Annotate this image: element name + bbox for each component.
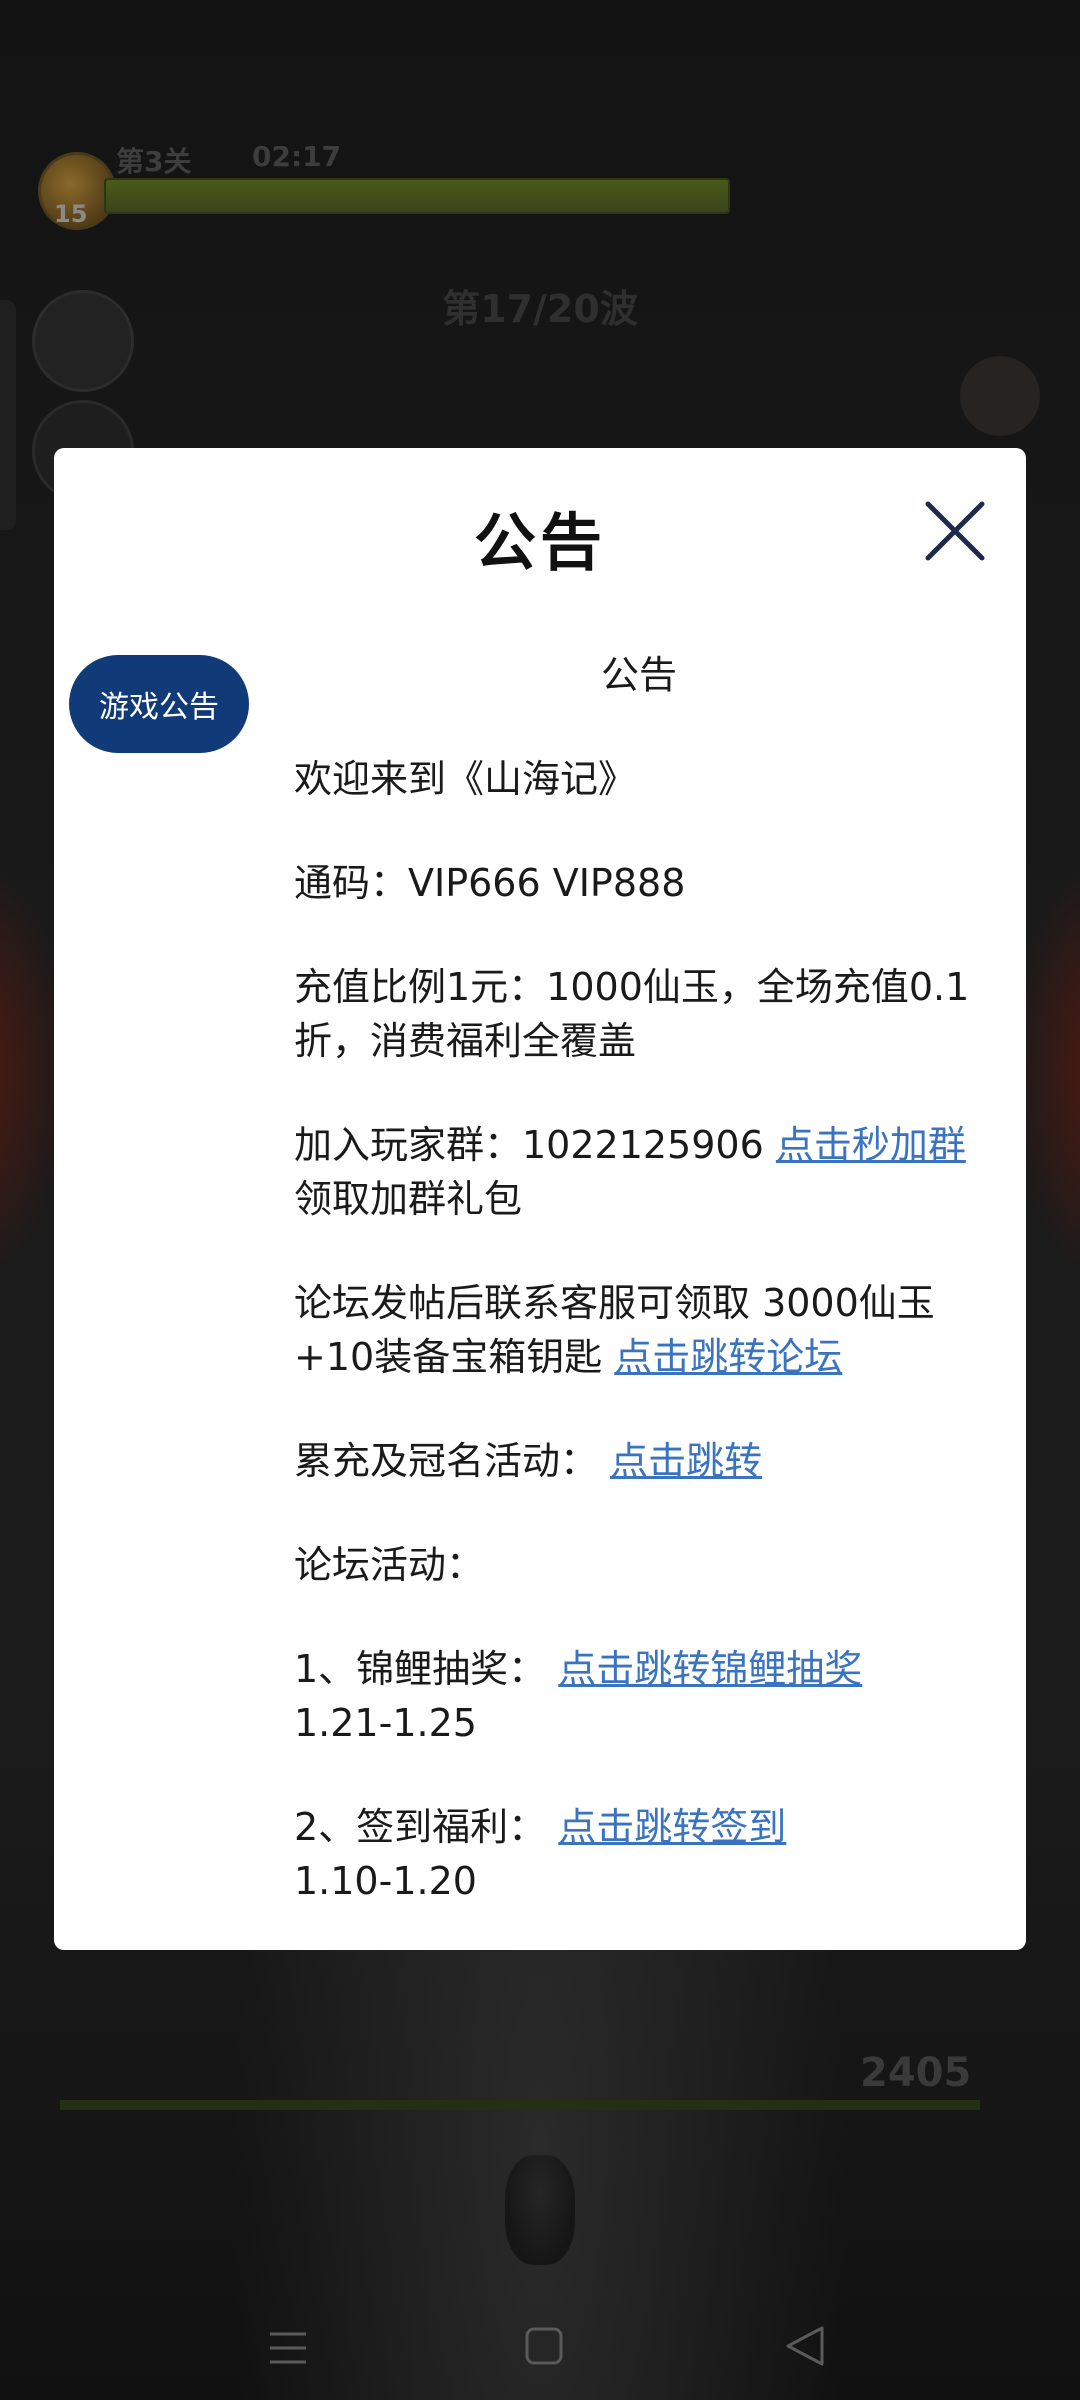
recharge-text: 充值比例1元：1000仙玉，全场充值0.1折，消费福利全覆盖 [294, 965, 970, 1063]
event-paragraph: 累充及冠名活动： 点击跳转 [294, 1434, 984, 1488]
signin-paragraph: 2、签到福利： 点击跳转签到 1.10-1.20 [294, 1800, 984, 1908]
forum-paragraph: 论坛发帖后联系客服可领取 3000仙玉+10装备宝箱钥匙 点击跳转论坛 [294, 1276, 984, 1384]
announcement-content: 公告 欢迎来到《山海记》 通码：VIP666 VIP888 充值比例1元：100… [294, 648, 1024, 1950]
right-side-button[interactable] [960, 356, 1040, 436]
screen: 15 第3关 02:17 第17/20波 2405 公告 游戏公告 公告 欢迎来… [0, 0, 1080, 2400]
content-title: 公告 [600, 653, 677, 697]
back-icon[interactable] [784, 2324, 826, 2368]
player-level: 15 [54, 200, 88, 228]
signin-link[interactable]: 点击跳转签到 [558, 1805, 786, 1849]
health-bar [104, 178, 730, 214]
group-gift-text: 领取加群礼包 [294, 1177, 523, 1221]
join-group-link[interactable]: 点击秒加群 [776, 1123, 966, 1167]
close-button[interactable] [924, 500, 986, 562]
codes-text: 通码：VIP666 VIP888 [294, 861, 686, 905]
forum-link[interactable]: 点击跳转论坛 [614, 1335, 842, 1379]
score-value: 2405 [860, 2050, 972, 2096]
lottery-link[interactable]: 点击跳转锦鲤抽奖 [558, 1647, 862, 1691]
lottery-paragraph: 1、锦鲤抽奖： 点击跳转锦鲤抽奖 1.21-1.25 [294, 1642, 984, 1750]
signin-text: 2、签到福利： [294, 1805, 559, 1849]
side-drawer-tab[interactable] [0, 300, 16, 530]
forum-events-title: 论坛活动： [294, 1543, 485, 1587]
stage-timer: 02:17 [252, 140, 342, 173]
menu-icon[interactable] [268, 2328, 308, 2368]
wave-counter: 第17/20波 [442, 287, 638, 331]
welcome-text: 欢迎来到《山海记》 [294, 757, 637, 801]
close-icon [925, 501, 985, 561]
lottery-dates: 1.21-1.25 [294, 1701, 477, 1745]
hero-character [505, 2155, 575, 2265]
ground-bar [60, 2100, 980, 2110]
lottery-text: 1、锦鲤抽奖： [294, 1647, 559, 1691]
signin-dates: 1.10-1.20 [294, 1859, 477, 1903]
side-button-1[interactable] [32, 290, 134, 392]
stage-label: 第3关 [116, 145, 192, 178]
event-text: 累充及冠名活动： [294, 1439, 611, 1483]
event-link[interactable]: 点击跳转 [610, 1439, 762, 1483]
home-icon[interactable] [524, 2326, 564, 2366]
dialog-title: 公告 [473, 506, 606, 579]
announcement-dialog: 公告 游戏公告 公告 欢迎来到《山海记》 通码：VIP666 VIP888 充值… [54, 448, 1026, 1950]
tab-game-announcement[interactable]: 游戏公告 [69, 655, 249, 753]
group-text: 加入玩家群：1022125906 [294, 1123, 776, 1167]
group-paragraph: 加入玩家群：1022125906 点击秒加群 领取加群礼包 [294, 1118, 984, 1226]
